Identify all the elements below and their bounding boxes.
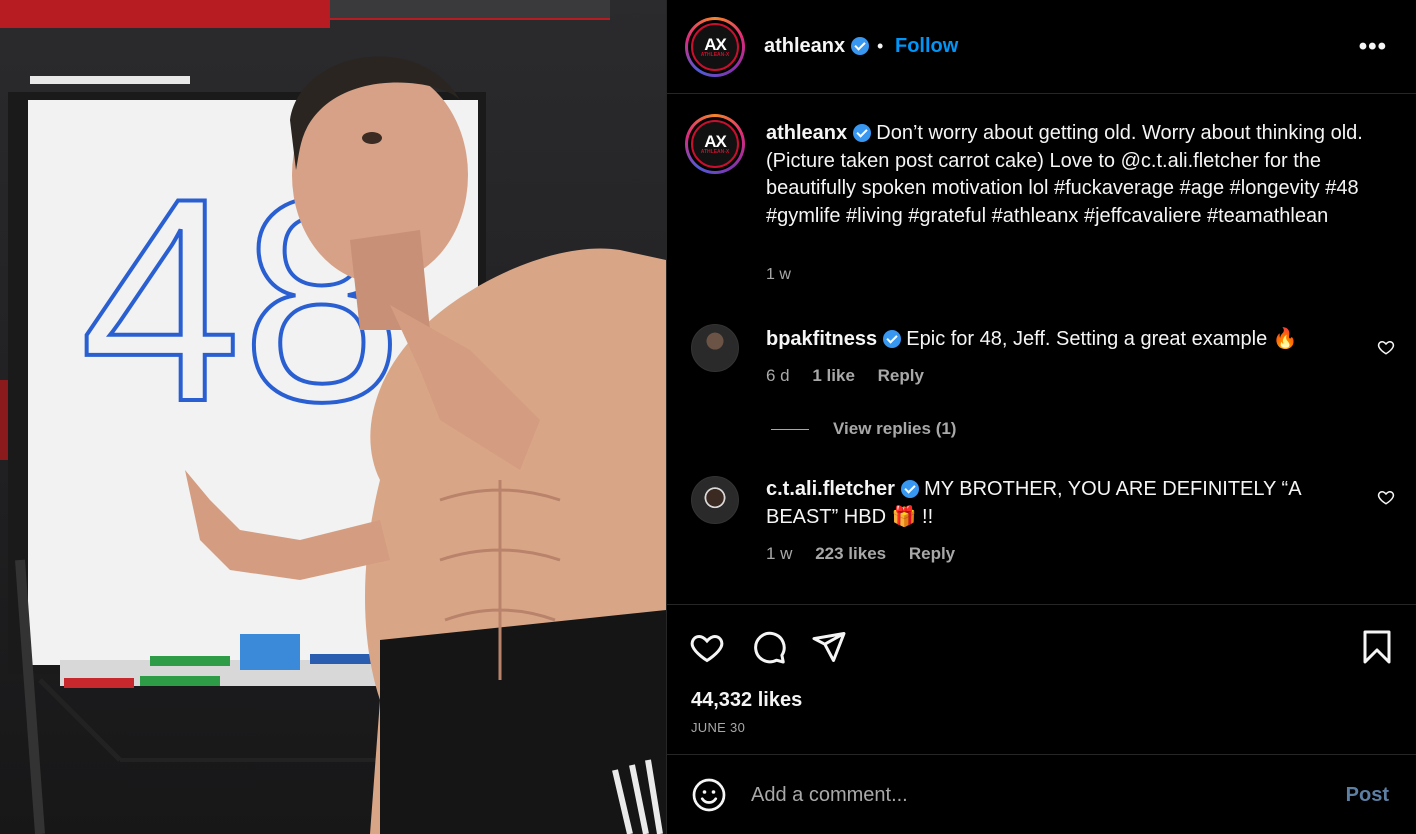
comment-likes[interactable]: 223 likes	[815, 544, 886, 563]
comment-text: c.t.ali.fletcher MY BROTHER, YOU ARE DEF…	[766, 475, 1356, 531]
whiteboard-clip	[30, 76, 190, 84]
reply-button[interactable]: Reply	[878, 366, 924, 385]
author-username-text[interactable]: athleanx	[764, 35, 845, 57]
author-username[interactable]: athleanx	[764, 35, 869, 58]
avatar-logo-sub: ATHLEAN-X	[700, 51, 730, 58]
follow-button[interactable]: Follow	[895, 35, 958, 58]
post-date: JUNE 30	[691, 720, 746, 735]
comment-body: Epic for 48, Jeff. Setting a great examp…	[906, 328, 1298, 350]
view-replies-label[interactable]: View replies (1)	[833, 419, 956, 438]
separator-dot: •	[877, 36, 884, 56]
comment-time[interactable]: 6 d	[766, 366, 790, 385]
verified-icon	[852, 124, 871, 142]
bookmark-icon[interactable]	[1359, 629, 1395, 665]
verified-icon	[882, 330, 901, 348]
view-replies-button[interactable]: View replies (1)	[771, 419, 956, 439]
add-comment-bar: Post	[667, 754, 1416, 834]
comment-meta: 1 w 223 likes Reply	[766, 544, 973, 564]
likes-count[interactable]: 44,332 likes	[691, 689, 802, 712]
avatar-logo-sub: ATHLEAN-X	[700, 148, 730, 155]
comment-meta: 6 d 1 like Reply	[766, 366, 942, 386]
verified-icon	[850, 37, 869, 55]
post-header: AX ATHLEAN-X athleanx • Follow •••	[667, 0, 1416, 94]
view-replies-line	[771, 429, 809, 431]
caption-timestamp[interactable]: 1 w	[766, 266, 791, 284]
comment-username[interactable]: bpakfitness	[766, 328, 877, 350]
author-avatar[interactable]: AX ATHLEAN-X	[685, 17, 745, 77]
comment-icon[interactable]	[751, 629, 787, 665]
caption-avatar[interactable]: AX ATHLEAN-X	[685, 114, 745, 174]
comment-likes[interactable]: 1 like	[812, 366, 855, 385]
comment-time[interactable]: 1 w	[766, 544, 792, 563]
post-actions: 44,332 likes JUNE 30	[667, 604, 1416, 754]
comment-input[interactable]	[751, 777, 1311, 813]
heart-icon[interactable]	[689, 629, 725, 665]
avatar-logo-text: AX	[704, 34, 727, 54]
eraser	[240, 634, 300, 670]
comment-like-heart-icon[interactable]	[1377, 338, 1395, 356]
comment-username[interactable]: c.t.ali.fletcher	[766, 478, 895, 500]
commenter-avatar[interactable]	[691, 476, 739, 524]
comment-text: bpakfitness Epic for 48, Jeff. Setting a…	[766, 325, 1366, 353]
post-image: 48	[0, 0, 666, 834]
post-panel: AX ATHLEAN-X athleanx • Follow ••• AX ATHL…	[666, 0, 1416, 834]
share-icon[interactable]	[811, 629, 847, 665]
verified-icon	[900, 480, 919, 498]
reply-button[interactable]: Reply	[909, 544, 955, 563]
emoji-icon[interactable]	[691, 777, 727, 813]
caption-text: athleanx Don’t worry about getting old. …	[766, 120, 1376, 230]
photo-illustration: 48	[8, 56, 666, 834]
comment-like-heart-icon[interactable]	[1377, 488, 1395, 506]
caption-username[interactable]: athleanx	[766, 122, 847, 144]
more-icon[interactable]: •••	[1359, 33, 1387, 61]
commenter-avatar[interactable]	[691, 324, 739, 372]
post-comment-button[interactable]: Post	[1346, 784, 1389, 807]
avatar-logo-text: AX	[704, 131, 727, 151]
